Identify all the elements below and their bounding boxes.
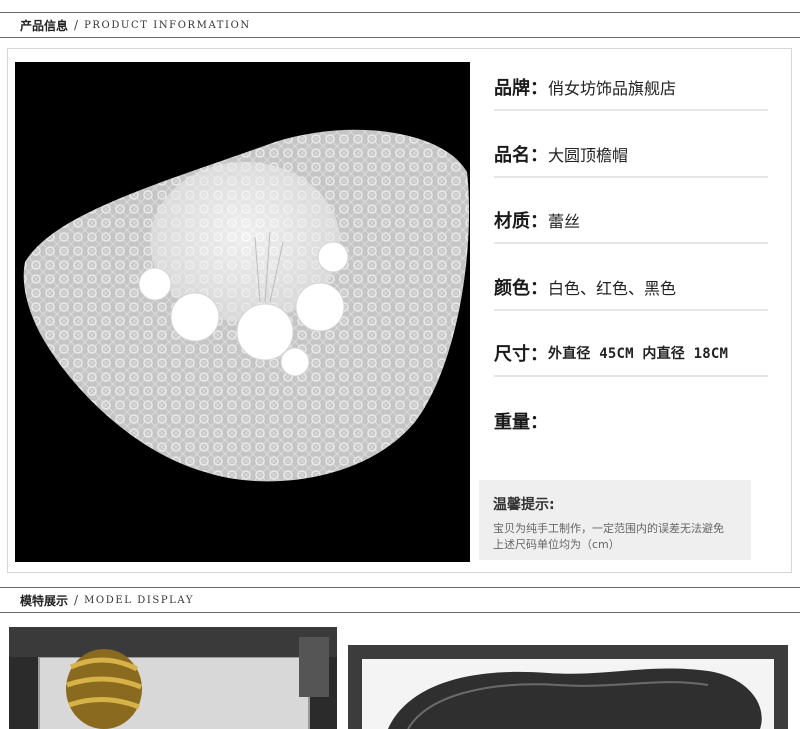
color-label: 颜色：	[494, 278, 548, 299]
material-label: 材质：	[494, 211, 548, 232]
lace-hat-illustration	[23, 129, 470, 482]
weight-row: 重量：	[494, 398, 768, 444]
name-row: 品名： 大圆顶檐帽	[494, 132, 768, 178]
model-photo-2-illustration	[348, 645, 788, 729]
brand-row: 品牌： 俏女坊饰品旗舰店	[494, 65, 768, 111]
model-photo-1	[9, 627, 337, 729]
material-value: 蕾丝	[548, 212, 581, 231]
weight-label: 重量：	[494, 412, 548, 433]
model-photo-1-illustration	[9, 627, 337, 729]
section-title-cn: 产品信息	[20, 18, 69, 33]
tip-line-2: 上述尺码单位均为（cm）	[493, 538, 620, 551]
section-title-en: MODEL DISPLAY	[84, 594, 195, 606]
tip-line-1: 宝贝为纯手工制作，一定范围内的误差无法避免	[493, 522, 724, 535]
name-value: 大圆顶檐帽	[548, 146, 629, 165]
model-photo-2	[348, 645, 788, 729]
name-label: 品名：	[494, 145, 548, 166]
tip-title: 温馨提示:	[493, 497, 555, 513]
section-header-model-display: 模特展示 / MODEL DISPLAY	[0, 587, 800, 613]
color-value: 白色、红色、黑色	[548, 279, 677, 298]
size-value: 外直径 45CM 内直径 18CM	[548, 346, 729, 362]
brand-value: 俏女坊饰品旗舰店	[548, 79, 677, 98]
product-photo	[15, 62, 470, 562]
size-row: 尺寸： 外直径 45CM 内直径 18CM	[494, 331, 768, 377]
section-title-cn: 模特展示	[20, 593, 69, 608]
section-title-slash: /	[74, 18, 79, 32]
brand-label: 品牌：	[494, 78, 548, 99]
size-label: 尺寸：	[494, 344, 548, 365]
section-title-en: PRODUCT INFORMATION	[84, 19, 251, 31]
color-row: 颜色： 白色、红色、黑色	[494, 265, 768, 311]
material-row: 材质： 蕾丝	[494, 198, 768, 244]
warm-tip-box: 温馨提示: 宝贝为纯手工制作，一定范围内的误差无法避免 上述尺码单位均为（cm）	[479, 480, 751, 560]
section-title-slash: /	[74, 593, 79, 607]
section-header-product-info: 产品信息 / PRODUCT INFORMATION	[0, 12, 800, 38]
